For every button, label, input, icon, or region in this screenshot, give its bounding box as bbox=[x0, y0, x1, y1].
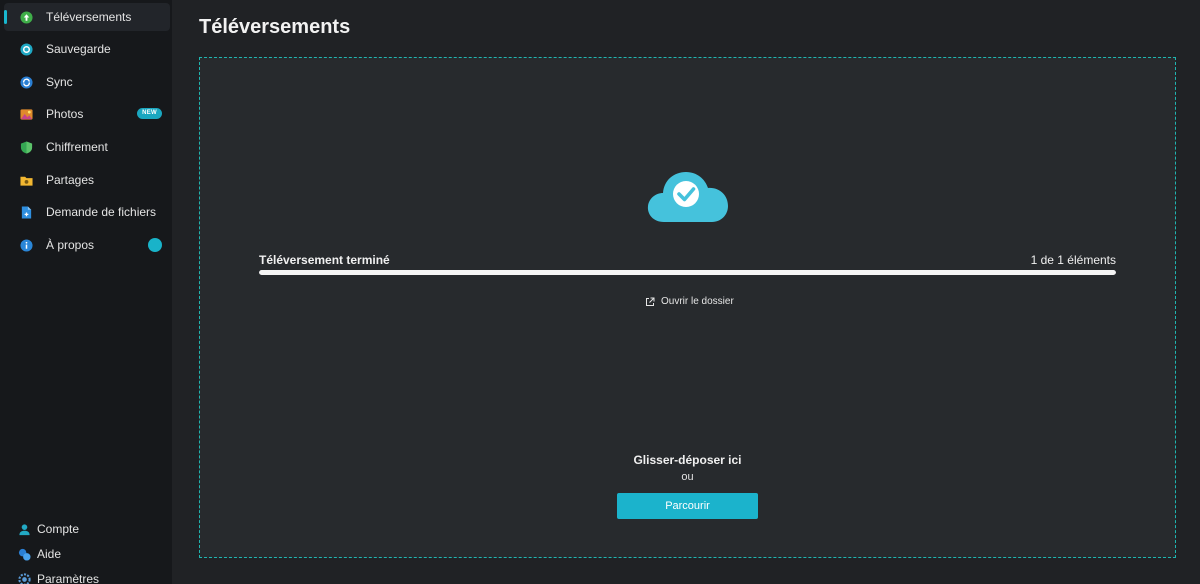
shield-icon bbox=[20, 140, 33, 154]
notification-dot bbox=[148, 238, 162, 252]
drop-zone[interactable]: Téléversement terminé 1 de 1 éléments Ou… bbox=[199, 57, 1176, 558]
upload-count: 1 de 1 éléments bbox=[1030, 253, 1116, 267]
sidebar-item-shares[interactable]: Partages bbox=[4, 166, 170, 194]
file-request-icon bbox=[20, 205, 33, 219]
backup-icon bbox=[20, 42, 33, 56]
settings-icon bbox=[18, 572, 31, 584]
cloud-check-icon bbox=[647, 172, 728, 222]
sync-icon bbox=[20, 75, 33, 89]
sidebar-item-label: Partages bbox=[46, 173, 95, 187]
upload-status: Téléversement terminé bbox=[259, 253, 390, 267]
external-link-icon bbox=[646, 297, 655, 306]
upload-progress-bar bbox=[259, 270, 1116, 275]
sidebar-item-label: Sauvegarde bbox=[46, 42, 111, 56]
browse-button[interactable]: Parcourir bbox=[617, 493, 758, 519]
sidebar-item-label: Chiffrement bbox=[46, 140, 108, 154]
sidebar-item-sync[interactable]: Sync bbox=[4, 68, 170, 96]
sidebar-item-label: À propos bbox=[46, 238, 95, 252]
sidebar-item-label: Compte bbox=[37, 522, 80, 536]
sidebar-item-uploads[interactable]: Téléversements bbox=[4, 3, 170, 31]
open-folder-link[interactable]: Ouvrir le dossier bbox=[645, 296, 734, 307]
help-icon bbox=[18, 548, 31, 561]
sidebar-item-label: Demande de fichiers bbox=[46, 205, 157, 219]
open-folder-label: Ouvrir le dossier bbox=[661, 296, 734, 307]
upload-icon bbox=[20, 10, 33, 24]
page-title: Téléversements bbox=[199, 16, 351, 38]
sidebar-item-label: Aide bbox=[37, 547, 62, 561]
sidebar-item-about[interactable]: À propos bbox=[4, 231, 170, 259]
sidebar-item-file-request[interactable]: Demande de fichiers bbox=[4, 198, 170, 226]
sidebar-item-settings[interactable]: Paramètres bbox=[4, 568, 170, 584]
sidebar-item-help[interactable]: Aide bbox=[4, 543, 170, 565]
sidebar-item-account[interactable]: Compte bbox=[4, 518, 170, 540]
sidebar-item-label: Sync bbox=[46, 75, 73, 89]
sidebar: Téléversements Sauvegarde Sync Photos NE… bbox=[0, 0, 172, 584]
upload-progress-fill bbox=[259, 270, 1116, 275]
drop-hint: Glisser-déposer ici bbox=[633, 453, 742, 467]
share-folder-icon bbox=[20, 174, 33, 187]
sidebar-item-label: Téléversements bbox=[46, 10, 132, 24]
sidebar-item-photos[interactable]: Photos NEW bbox=[4, 100, 170, 128]
sidebar-item-backup[interactable]: Sauvegarde bbox=[4, 35, 170, 63]
sidebar-item-label: Paramètres bbox=[37, 572, 100, 584]
new-badge: NEW bbox=[137, 108, 162, 119]
sidebar-item-encryption[interactable]: Chiffrement bbox=[4, 133, 170, 161]
info-icon bbox=[20, 238, 33, 252]
photos-icon bbox=[20, 108, 33, 121]
or-label: ou bbox=[681, 471, 694, 483]
account-icon bbox=[18, 523, 31, 536]
sidebar-item-label: Photos bbox=[46, 107, 84, 121]
